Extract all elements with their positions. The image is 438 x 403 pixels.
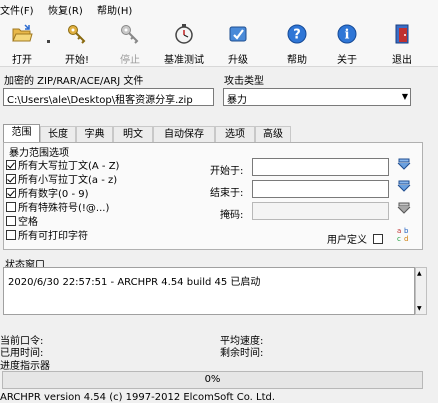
arrow-select-icon [397, 202, 411, 214]
svg-text:c: c [397, 235, 401, 242]
tab-length[interactable]: 长度 [40, 126, 76, 142]
open-label: 打开 [12, 55, 32, 66]
user-defined-label: 用户定义 [327, 235, 367, 246]
stop-button[interactable]: 停止 [110, 18, 150, 66]
remaining-time-label: 剩余时间: [220, 348, 264, 359]
charset-button[interactable]: a b c d [397, 226, 413, 243]
exit-label: 退出 [392, 55, 412, 66]
upgrade-button[interactable]: 升级 [218, 18, 258, 66]
menu-restore[interactable]: 恢复(R) [48, 2, 83, 17]
benchmark-button[interactable]: 基准测试 [164, 18, 204, 66]
checkbox-box[interactable] [6, 188, 16, 198]
checkbox-box[interactable] [6, 174, 16, 184]
toolbar: 打开 开始! 停止 基准测试 升级 ? 帮助 i 关于 退出 [0, 18, 438, 67]
attack-type-label: 攻击类型 [224, 76, 264, 87]
start-at-picker-button[interactable] [396, 158, 412, 174]
status-log[interactable]: 2020/6/30 22:57:51 - ARCHPR 4.54 build 4… [3, 267, 415, 315]
about-button[interactable]: i 关于 [327, 18, 367, 66]
tab-plaintext[interactable]: 明文 [113, 126, 153, 142]
status-scrollbar[interactable]: ▲ ▼ [415, 267, 427, 315]
end-at-label: 结束于: [210, 188, 244, 199]
tab-dictionary[interactable]: 字典 [76, 126, 113, 142]
checkbox-box[interactable] [6, 202, 16, 212]
scroll-up-icon[interactable]: ▲ [417, 270, 422, 277]
attack-type-value: 暴力 [227, 95, 247, 106]
about-label: 关于 [337, 55, 357, 66]
user-defined-checkbox[interactable]: 用户定义 [327, 231, 385, 246]
arrow-select-icon [397, 158, 411, 170]
svg-text:i: i [345, 28, 350, 43]
end-at-picker-button[interactable] [396, 180, 412, 196]
tab-options[interactable]: 选项 [215, 126, 255, 142]
svg-text:a: a [397, 227, 401, 235]
start-at-input[interactable] [252, 158, 389, 176]
toolbar-dropdown-dot [47, 40, 50, 43]
help-button[interactable]: ? 帮助 [277, 18, 317, 66]
open-button[interactable]: 打开 [2, 18, 42, 66]
svg-text:d: d [404, 235, 408, 242]
checkbox-box[interactable] [6, 160, 16, 170]
attack-type-select[interactable]: 暴力 ▼ [223, 88, 411, 106]
scroll-down-icon[interactable]: ▼ [417, 305, 422, 312]
upgrade-label: 升级 [228, 55, 248, 66]
checkbox-label: 所有可打印字符 [18, 231, 88, 242]
printable-checkbox[interactable]: 所有可打印字符 [6, 227, 88, 242]
progress-indicator-label: 进度指示器 [0, 361, 50, 372]
start-at-label: 开始于: [210, 166, 244, 177]
lowercase-checkbox[interactable]: 所有小写拉丁文(a - z) [6, 171, 117, 186]
start-label: 开始! [64, 55, 89, 66]
menu-bar: 文件(F) 恢复(R) 帮助(H) [0, 0, 438, 18]
start-button[interactable]: 开始! [57, 18, 97, 66]
info-icon: i [337, 24, 357, 44]
progress-bar: 0% [2, 371, 423, 389]
checkbox-box[interactable] [6, 230, 16, 240]
svg-text:?: ? [293, 28, 301, 43]
folder-open-icon [12, 24, 33, 42]
mask-input[interactable] [252, 202, 389, 220]
progress-text: 0% [204, 374, 221, 385]
arrow-select-icon [397, 180, 411, 192]
help-icon: ? [287, 24, 307, 44]
mask-picker-button[interactable] [396, 202, 412, 218]
checkbox-box[interactable] [373, 234, 384, 244]
charset-icon: a b c d [397, 227, 409, 243]
chevron-down-icon[interactable]: ▼ [402, 92, 408, 101]
file-path-input[interactable]: C:\Users\ale\Desktop\租客资源分享.zip [3, 88, 214, 106]
exit-door-icon [395, 24, 409, 44]
special-chars-checkbox[interactable]: 所有特殊符号(!@...) [6, 199, 109, 214]
svg-text:b: b [404, 227, 409, 235]
benchmark-label: 基准测试 [164, 55, 204, 66]
help-label: 帮助 [287, 55, 307, 66]
upgrade-icon [229, 26, 247, 42]
tab-autosave[interactable]: 自动保存 [153, 126, 215, 142]
stop-key-icon [121, 25, 139, 44]
stopwatch-icon [175, 24, 193, 44]
status-log-entry: 2020/6/30 22:57:51 - ARCHPR 4.54 build 4… [8, 277, 261, 288]
menu-help[interactable]: 帮助(H) [97, 2, 132, 17]
checkbox-box[interactable] [6, 216, 16, 226]
footer-version: ARCHPR version 4.54 (c) 1997-2012 ElcomS… [0, 392, 276, 403]
space-checkbox[interactable]: 空格 [6, 213, 38, 228]
end-at-input[interactable] [252, 180, 389, 198]
stop-label: 停止 [120, 55, 140, 66]
file-group-label: 加密的 ZIP/RAR/ACE/ARJ 文件 [4, 76, 144, 87]
exit-button[interactable]: 退出 [382, 18, 422, 66]
menu-file[interactable]: 文件(F) [0, 2, 34, 17]
key-icon [68, 25, 86, 44]
mask-label: 掩码: [220, 210, 244, 221]
tab-range[interactable]: 范围 [3, 124, 40, 143]
tab-advanced[interactable]: 高级 [255, 126, 291, 142]
digits-checkbox[interactable]: 所有数字(0 - 9) [6, 185, 89, 200]
uppercase-checkbox[interactable]: 所有大写拉丁文(A - Z) [6, 157, 119, 172]
